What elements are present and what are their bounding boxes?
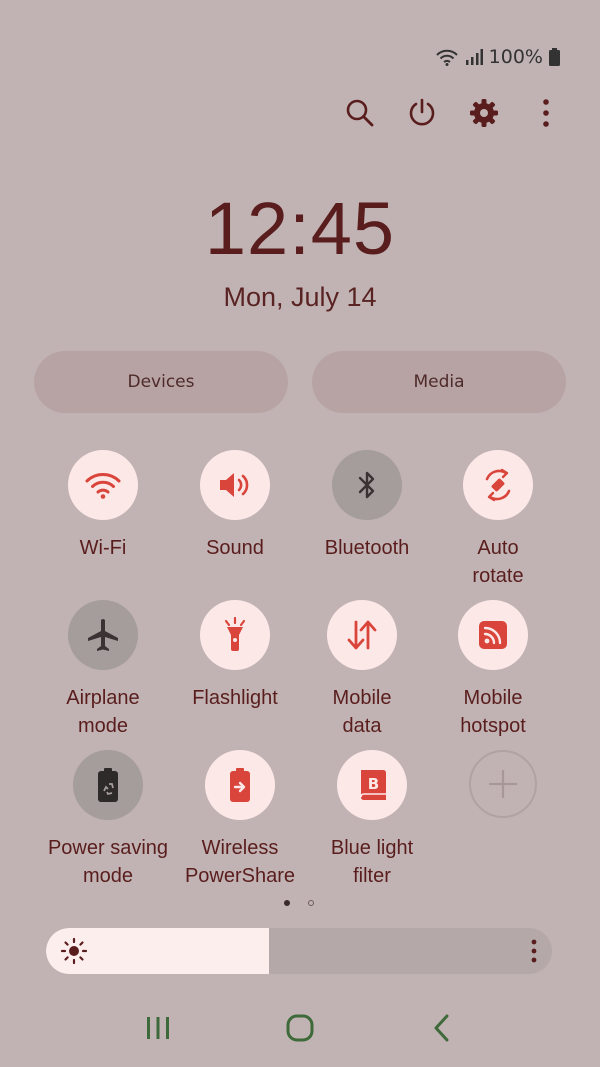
tile-airplane-mode-label-line1: Airplane xyxy=(66,687,140,709)
tile-mobile-hotspot-toggle[interactable] xyxy=(458,600,528,670)
more-options-button[interactable] xyxy=(528,94,564,132)
wifi-icon xyxy=(85,473,121,499)
page-dot-inactive[interactable] xyxy=(308,900,314,906)
tile-wifi[interactable]: Wi-Fi xyxy=(33,450,173,562)
settings-icon xyxy=(470,99,498,127)
tile-auto-rotate-label-line2: rotate xyxy=(472,565,524,587)
sun-icon xyxy=(60,937,88,965)
search-icon xyxy=(346,99,374,127)
tile-mobile-data-label-line2: data xyxy=(342,715,382,737)
tile-airplane-mode-toggle[interactable] xyxy=(68,600,138,670)
tile-blue-light-filter[interactable]: B Blue light filter xyxy=(302,750,442,890)
tile-flashlight-label: Flashlight xyxy=(192,687,278,709)
tile-auto-rotate[interactable]: Auto rotate xyxy=(428,450,568,590)
home-icon xyxy=(286,1014,314,1042)
media-button[interactable]: Media xyxy=(312,351,566,413)
tile-power-saving-label-line1: Power saving xyxy=(47,837,169,859)
bluetooth-icon xyxy=(358,471,375,499)
tile-mobile-hotspot-label: Mobile hotspot xyxy=(423,684,563,740)
tile-blue-light-filter-label: Blue light filter xyxy=(302,834,442,890)
brightness-more-icon[interactable] xyxy=(530,939,538,963)
tile-flashlight-toggle[interactable] xyxy=(200,600,270,670)
back-icon xyxy=(434,1014,449,1042)
tile-power-saving[interactable]: Power saving mode xyxy=(38,750,178,890)
blue-light-filter-icon: B xyxy=(360,770,386,800)
tile-bluetooth-toggle[interactable] xyxy=(332,450,402,520)
tile-sound-label: Sound xyxy=(206,537,264,559)
plus-icon xyxy=(489,770,517,798)
svg-text:B: B xyxy=(368,775,379,793)
tile-wireless-powershare-label: Wireless PowerShare xyxy=(170,834,310,890)
wifi-icon xyxy=(435,49,458,66)
tile-bluetooth[interactable]: Bluetooth xyxy=(297,450,437,562)
home-button[interactable] xyxy=(280,1008,320,1048)
tile-power-saving-label: Power saving mode xyxy=(38,834,178,890)
more-icon xyxy=(543,99,549,127)
auto-rotate-icon xyxy=(485,468,511,502)
tile-wifi-toggle[interactable] xyxy=(68,450,138,520)
tile-mobile-data[interactable]: Mobile data xyxy=(292,600,432,740)
tile-airplane-mode-label-line2: mode xyxy=(77,715,129,737)
tile-wireless-powershare-toggle[interactable] xyxy=(205,750,275,820)
brightness-slider[interactable] xyxy=(46,928,552,974)
recents-icon xyxy=(147,1017,169,1039)
tile-wifi-label: Wi-Fi xyxy=(79,537,127,559)
speaker-icon xyxy=(220,473,249,497)
clock-date[interactable]: Mon, July 14 xyxy=(0,282,600,313)
power-icon xyxy=(409,98,435,126)
tile-wireless-powershare-label-line2: PowerShare xyxy=(184,865,296,887)
signal-icon xyxy=(465,49,483,65)
battery-percent: 100% xyxy=(488,46,543,68)
tile-mobile-hotspot-label-line1: Mobile xyxy=(463,687,523,709)
battery-icon xyxy=(549,48,560,66)
powershare-icon xyxy=(230,768,250,802)
page-indicator xyxy=(284,900,314,906)
airplane-icon xyxy=(88,619,118,651)
tile-airplane-mode-label: Airplane mode xyxy=(33,684,173,740)
recents-button[interactable] xyxy=(138,1008,178,1048)
tile-airplane-mode[interactable]: Airplane mode xyxy=(33,600,173,740)
navigation-bar xyxy=(0,1008,600,1048)
tile-wireless-powershare-label-line1: Wireless xyxy=(201,837,279,859)
tile-mobile-data-label: Mobile data xyxy=(292,684,432,740)
tile-blue-light-filter-toggle[interactable]: B xyxy=(337,750,407,820)
device-media-row: Devices Media xyxy=(34,351,566,413)
settings-button[interactable] xyxy=(466,94,502,132)
tile-mobile-data-toggle[interactable] xyxy=(327,600,397,670)
tile-auto-rotate-toggle[interactable] xyxy=(463,450,533,520)
tile-bluetooth-label: Bluetooth xyxy=(324,537,410,559)
devices-button[interactable]: Devices xyxy=(34,351,288,413)
tile-sound-toggle[interactable] xyxy=(200,450,270,520)
tile-flashlight[interactable]: Flashlight xyxy=(165,600,305,712)
power-button[interactable] xyxy=(404,94,440,132)
hotspot-icon xyxy=(479,621,507,649)
tile-power-saving-label-line2: mode xyxy=(82,865,134,887)
tile-wireless-powershare[interactable]: Wireless PowerShare xyxy=(170,750,310,890)
tile-power-saving-toggle[interactable] xyxy=(73,750,143,820)
tile-mobile-hotspot[interactable]: Mobile hotspot xyxy=(423,600,563,740)
mobile-data-icon xyxy=(347,620,377,650)
add-tile-button[interactable] xyxy=(469,750,537,818)
top-actions xyxy=(342,94,564,132)
tile-blue-light-filter-label-line2: filter xyxy=(353,865,391,887)
flashlight-icon xyxy=(224,617,246,651)
clock-time[interactable]: 12:45 xyxy=(0,186,600,271)
tile-auto-rotate-label-line1: Auto xyxy=(477,537,519,559)
back-button[interactable] xyxy=(422,1008,462,1048)
tile-mobile-hotspot-label-line2: hotspot xyxy=(460,715,526,737)
power-saving-icon xyxy=(98,768,118,802)
tile-auto-rotate-label: Auto rotate xyxy=(428,534,568,590)
tile-blue-light-filter-label-line1: Blue light xyxy=(330,837,414,859)
status-bar: 100% xyxy=(435,46,560,68)
search-button[interactable] xyxy=(342,94,378,132)
page-dot-active[interactable] xyxy=(284,900,290,906)
tile-sound[interactable]: Sound xyxy=(165,450,305,562)
tile-mobile-data-label-line1: Mobile xyxy=(332,687,392,709)
tile-add[interactable] xyxy=(433,750,573,818)
